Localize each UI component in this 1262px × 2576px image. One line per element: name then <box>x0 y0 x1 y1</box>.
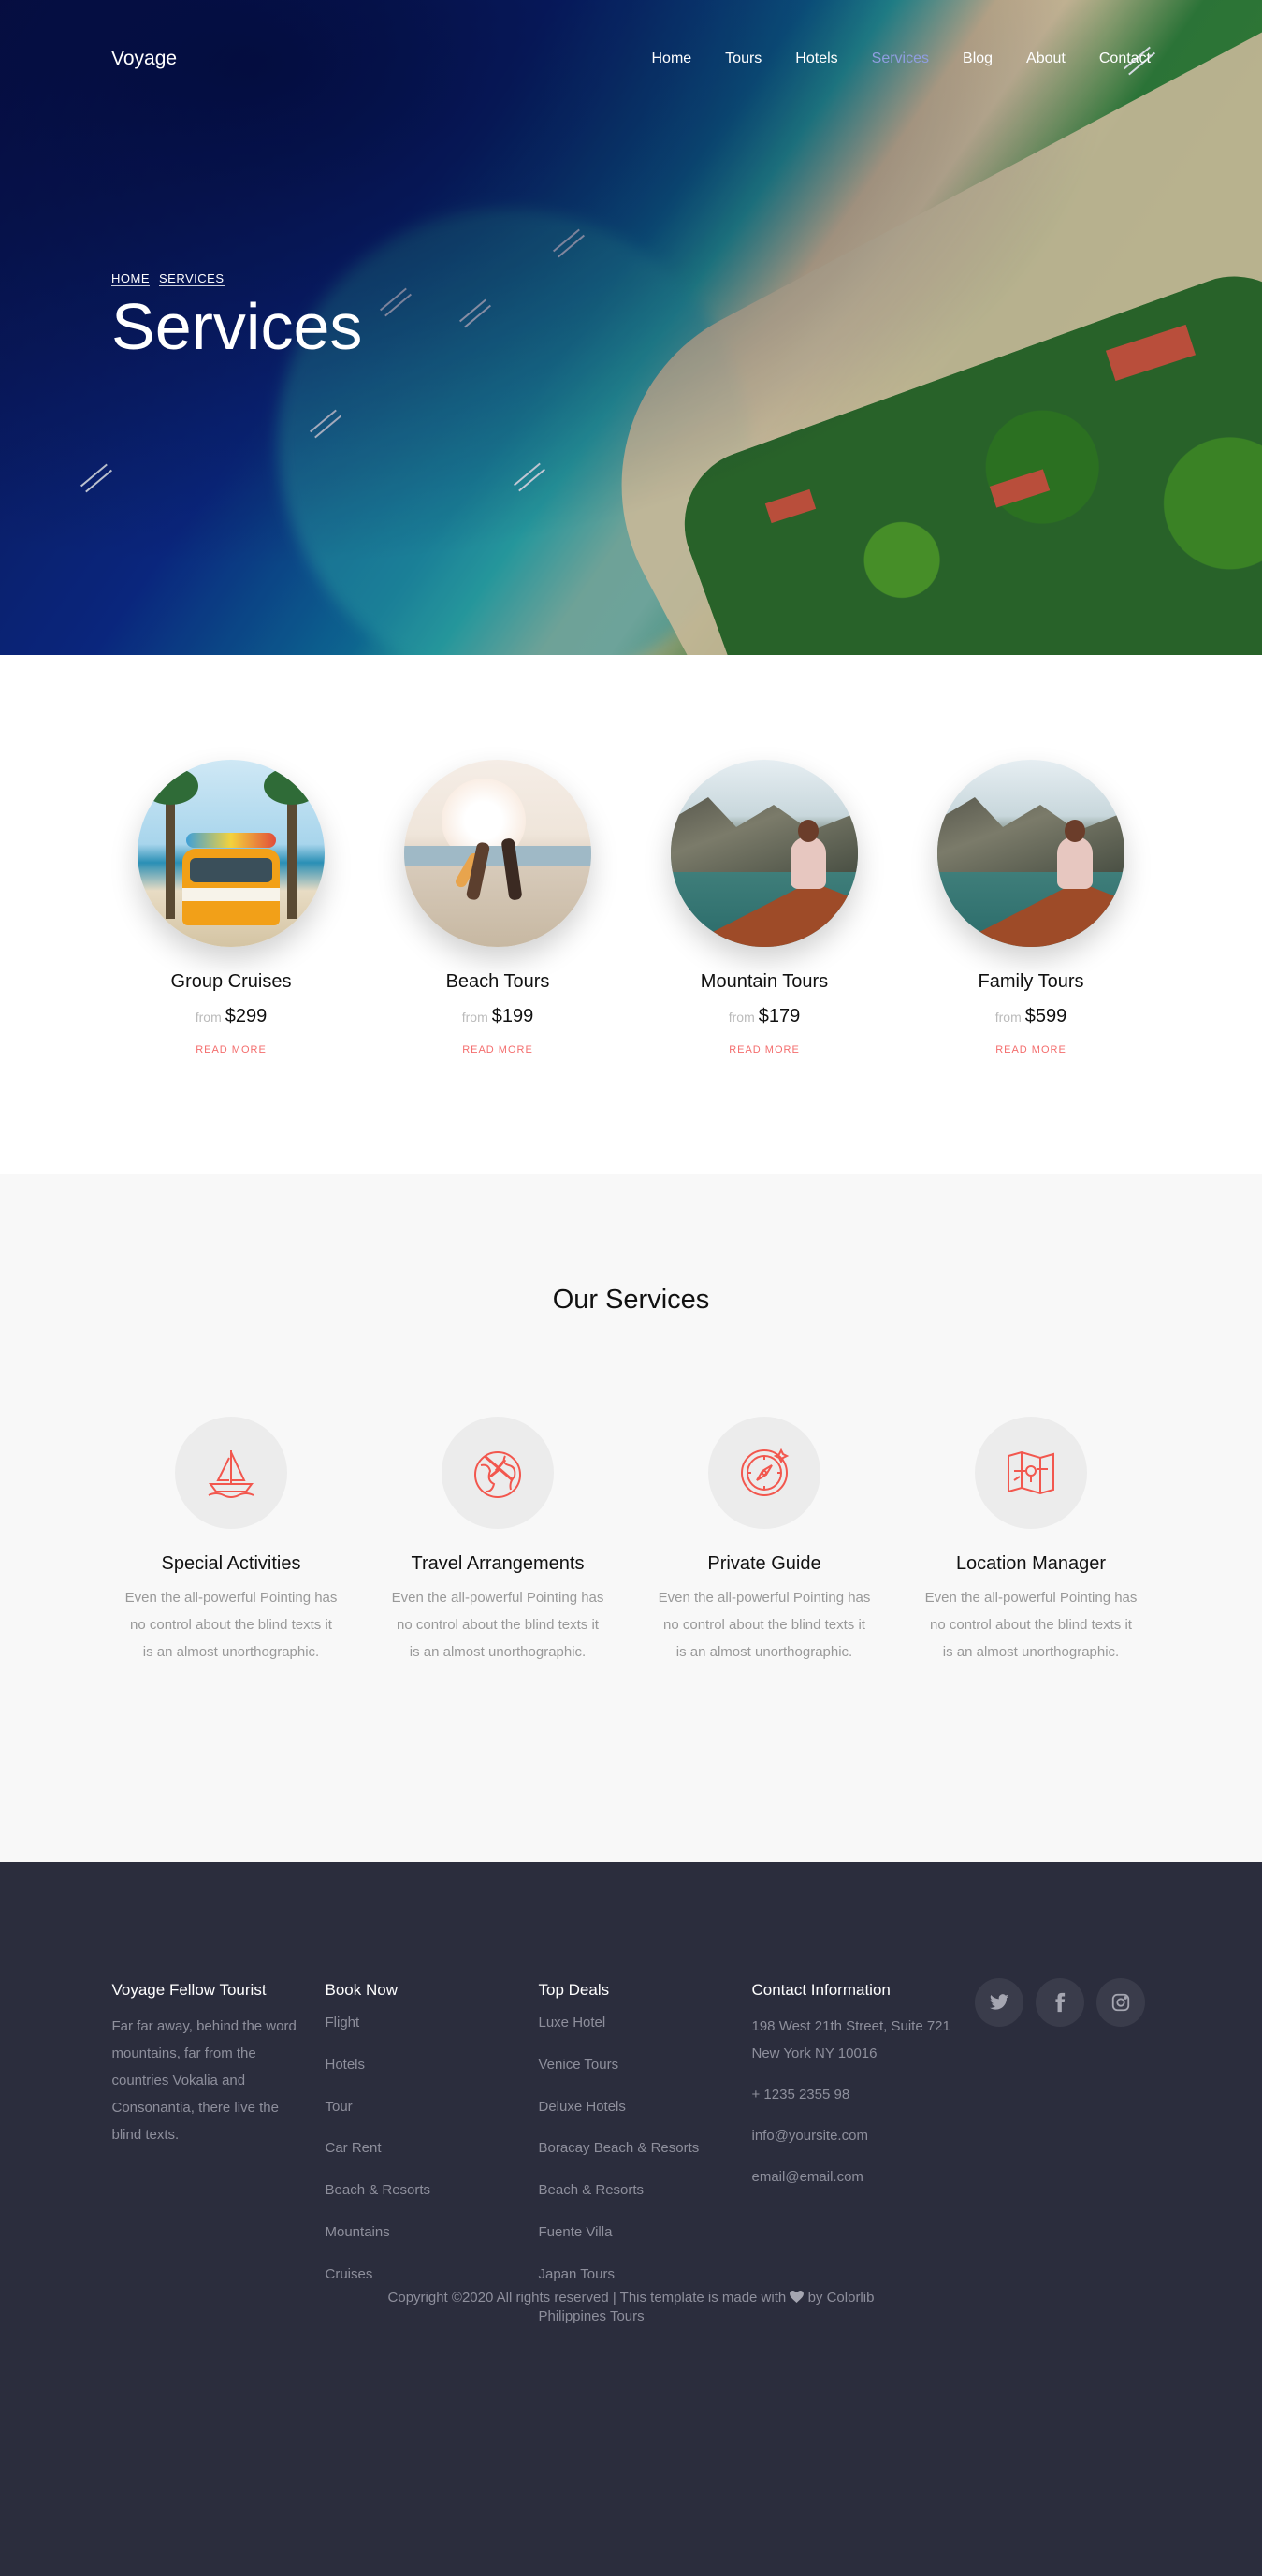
contact-email[interactable]: info@yoursite.com <box>752 2122 965 2149</box>
footer-heading: Top Deals <box>538 1981 610 1999</box>
service-title: Location Manager <box>955 1553 1107 1574</box>
price-amount: $199 <box>491 1006 534 1026</box>
tour-card: Family Tours from $599 READ MORE <box>898 760 1165 1056</box>
service-card: Location Manager Even the all-powerful P… <box>898 1417 1165 1666</box>
nav-item-tours[interactable]: Tours <box>725 51 762 67</box>
sailboat-icon <box>175 1417 287 1529</box>
price-amount: $299 <box>225 1006 268 1026</box>
footer-link[interactable]: Tour <box>326 2097 539 2139</box>
footer-link[interactable]: Venice Tours <box>539 2055 752 2097</box>
tour-price: from $299 <box>98 1006 365 1027</box>
service-card: Special Activities Even the all-powerful… <box>98 1417 365 1666</box>
copyright-text: Copyright ©2020 All rights reserved | Th… <box>387 2290 787 2306</box>
tour-price: from $599 <box>898 1006 1165 1027</box>
section-heading: Our Services <box>552 1285 710 1315</box>
price-amount: $179 <box>758 1006 801 1026</box>
breadcrumb-home[interactable]: HOME <box>111 271 150 286</box>
footer-link[interactable]: Hotels <box>326 2055 539 2097</box>
tour-name: Family Tours <box>978 971 1084 992</box>
contact-email[interactable]: email@email.com <box>752 2163 965 2190</box>
our-services-section: Our Services Special Activities Even the… <box>0 1174 1262 1862</box>
page-title: Services <box>111 290 363 363</box>
tour-image-beach-couple[interactable] <box>404 760 591 947</box>
service-description: Even the all-powerful Pointing has no co… <box>924 1590 1138 1660</box>
footer-link[interactable]: Boracay Beach & Resorts <box>539 2138 752 2180</box>
tour-price: from $199 <box>365 1006 631 1027</box>
contact-phone[interactable]: + 1235 2355 98 <box>752 2081 965 2108</box>
nav-item-contact[interactable]: Contact <box>1099 51 1151 67</box>
price-from-label: from <box>994 1010 1022 1025</box>
tour-packages: Group Cruises from $299 READ MORE Beach T… <box>0 655 1262 1174</box>
service-description: Even the all-powerful Pointing has no co… <box>658 1590 871 1660</box>
hero-banner: Voyage Home Tours Hotels Services Blog A… <box>0 0 1262 655</box>
nav-item-about[interactable]: About <box>1026 51 1066 67</box>
globe-plane-icon <box>442 1417 554 1529</box>
footer-link[interactable]: Deluxe Hotels <box>539 2097 752 2139</box>
service-description: Even the all-powerful Pointing has no co… <box>391 1590 604 1660</box>
tour-card: Mountain Tours from $179 READ MORE <box>631 760 898 1056</box>
copyright: Copyright ©2020 All rights reserved | Th… <box>0 2290 1262 2306</box>
footer-heading: Book Now <box>325 1981 398 1999</box>
facebook-icon[interactable] <box>1035 1978 1084 2027</box>
nav-menu: Home Tours Hotels Services Blog About Co… <box>651 51 1151 67</box>
service-card: Travel Arrangements Even the all-powerfu… <box>365 1417 631 1666</box>
service-description: Even the all-powerful Pointing has no co… <box>124 1590 338 1660</box>
heart-icon <box>790 2291 805 2303</box>
service-title: Private Guide <box>707 1553 821 1574</box>
footer-link[interactable]: Car Rent <box>326 2138 539 2180</box>
tour-price: from $179 <box>631 1006 898 1027</box>
twitter-icon[interactable] <box>974 1978 1023 2027</box>
nav-item-home[interactable]: Home <box>651 51 691 67</box>
nav-item-services[interactable]: Services <box>872 51 929 67</box>
footer-heading: Contact Information <box>751 1981 891 1999</box>
tour-card: Group Cruises from $299 READ MORE <box>98 760 365 1056</box>
price-from-label: from <box>461 1010 488 1025</box>
compass-icon <box>708 1417 820 1529</box>
breadcrumb: HOME SERVICES <box>111 271 362 286</box>
footer-link[interactable]: Beach & Resorts <box>326 2180 539 2222</box>
tour-image-lagoon-boat[interactable] <box>937 760 1124 947</box>
tour-image-camper-van[interactable] <box>138 760 325 947</box>
read-more-link[interactable]: READ MORE <box>196 1044 267 1055</box>
nav-item-hotels[interactable]: Hotels <box>795 51 837 67</box>
tour-name: Group Cruises <box>170 971 292 992</box>
contact-address: 198 West 21th Street, Suite 721 New York… <box>751 2018 950 2061</box>
read-more-link[interactable]: READ MORE <box>995 1044 1066 1055</box>
read-more-link[interactable]: READ MORE <box>729 1044 800 1055</box>
tour-image-lagoon-boat[interactable] <box>671 760 858 947</box>
footer-about-text: Far far away, behind the word mountains,… <box>111 2018 297 2143</box>
tour-name: Mountain Tours <box>700 971 829 992</box>
copyright-credit[interactable]: by Colorlib <box>808 2290 875 2306</box>
hero-text: HOME SERVICES Services <box>111 271 362 364</box>
footer-link[interactable]: Flight <box>326 2013 539 2055</box>
service-title: Travel Arrangements <box>411 1553 585 1574</box>
footer-link[interactable]: Beach & Resorts <box>539 2180 752 2222</box>
map-pin-icon <box>975 1417 1087 1529</box>
footer-heading: Voyage Fellow Tourist <box>111 1981 267 1999</box>
footer-link[interactable]: Luxe Hotel <box>539 2013 752 2055</box>
nav-item-blog[interactable]: Blog <box>963 51 993 67</box>
footer-link[interactable]: Fuente Villa <box>539 2222 752 2264</box>
price-amount: $599 <box>1024 1006 1067 1026</box>
price-from-label: from <box>195 1010 222 1025</box>
top-nav: Voyage Home Tours Hotels Services Blog A… <box>111 45 1151 73</box>
tour-name: Beach Tours <box>445 971 550 992</box>
tour-card: Beach Tours from $199 READ MORE <box>365 760 631 1056</box>
footer-link[interactable]: Philippines Tours <box>539 2307 752 2349</box>
brand-logo[interactable]: Voyage <box>111 48 177 70</box>
service-title: Special Activities <box>161 1553 301 1574</box>
footer-link[interactable]: Mountains <box>326 2222 539 2264</box>
price-from-label: from <box>728 1010 755 1025</box>
site-footer: Voyage Fellow Tourist Far far away, behi… <box>0 1862 1262 2576</box>
instagram-icon[interactable] <box>1095 1978 1145 2027</box>
service-card: Private Guide Even the all-powerful Poin… <box>631 1417 898 1666</box>
read-more-link[interactable]: READ MORE <box>462 1044 533 1055</box>
breadcrumb-services[interactable]: SERVICES <box>159 271 225 286</box>
